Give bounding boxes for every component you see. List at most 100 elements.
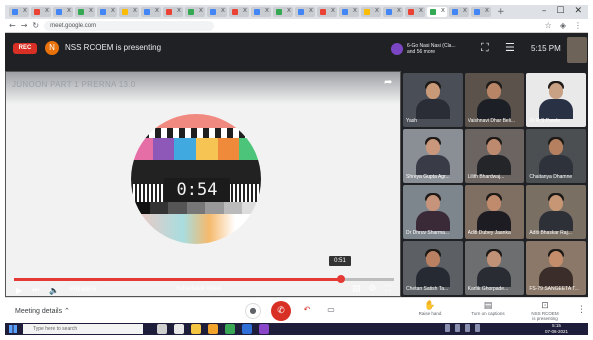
network-icon[interactable] <box>445 324 450 332</box>
menu-icon[interactable]: ⋮ <box>574 21 582 30</box>
browser-tab[interactable] <box>427 6 447 17</box>
minimize-button[interactable]: – <box>542 6 547 16</box>
fullscreen-icon[interactable]: ⛶ <box>385 284 391 294</box>
participant-tile[interactable]: Vaishnavi Dhar Beli... <box>464 73 525 127</box>
present-now-button[interactable]: ⊡ NSS RCOEM is presenting <box>517 301 573 321</box>
participant-body <box>539 267 574 287</box>
back-icon[interactable]: ← <box>9 21 16 30</box>
video-scrubber-handle[interactable] <box>336 275 345 283</box>
captions-button[interactable]: ▤ Turn on captions <box>460 301 516 316</box>
browser-tab[interactable] <box>361 6 381 17</box>
address-bar[interactable]: meet.google.com <box>44 20 215 31</box>
next-icon[interactable]: ⏭ <box>32 285 39 295</box>
browser-tab[interactable] <box>207 6 227 17</box>
browser-tab[interactable] <box>339 6 359 17</box>
browser-tab[interactable] <box>97 6 117 17</box>
browser-tab[interactable] <box>75 6 95 17</box>
participant-face <box>425 195 440 211</box>
browser-tab[interactable] <box>317 6 337 17</box>
participant-tile[interactable]: Dr Dhruv Sharma... <box>403 185 463 239</box>
testcard-color-bar <box>217 138 240 160</box>
browser-tab[interactable] <box>295 6 315 17</box>
self-view-thumbnail[interactable] <box>567 37 587 63</box>
star-icon[interactable]: ☆ <box>545 21 552 30</box>
participant-tile[interactable]: FS-79 SANGEETA T... <box>526 241 586 295</box>
browser-tab[interactable] <box>141 6 161 17</box>
browser-tab[interactable] <box>251 6 271 17</box>
battery-icon[interactable] <box>465 324 470 332</box>
camera-button[interactable]: ▭ <box>323 303 339 319</box>
participant-body <box>477 267 512 287</box>
more-options-icon[interactable]: ⋮ <box>577 305 586 315</box>
taskbar-search-input[interactable]: Type here to search <box>23 324 143 334</box>
forward-icon[interactable]: → <box>21 21 28 30</box>
mic-off-icon[interactable]: ↶ <box>299 303 315 319</box>
participant-tile[interactable]: Dr R S Pande <box>526 73 586 127</box>
video-progress-fill <box>14 278 341 281</box>
taskbar-app-icon[interactable] <box>225 324 235 334</box>
layout-icon[interactable]: ⛶ <box>481 41 489 55</box>
close-window-button[interactable]: ✕ <box>574 6 582 16</box>
participant-tile[interactable]: Yash <box>403 73 463 127</box>
share-icon[interactable]: ➦ <box>384 77 392 88</box>
taskbar-app-icon[interactable] <box>191 324 201 334</box>
volume-tray-icon[interactable] <box>455 324 460 332</box>
extensions-icon[interactable]: ◈ <box>560 21 566 30</box>
presentation-stage[interactable]: JUNOON PART 1 PRERNA 13.0 ➦ 0:54 0:51 ▶ … <box>5 71 401 297</box>
maximize-button[interactable]: ☐ <box>556 6 564 16</box>
browser-tab[interactable] <box>53 6 73 17</box>
participant-body <box>477 155 512 175</box>
browser-tab[interactable] <box>273 6 293 17</box>
participant-tile[interactable]: Aditi Dubey Jaanka <box>464 185 525 239</box>
browser-tab[interactable] <box>383 6 403 17</box>
taskbar-app-icon[interactable] <box>174 324 184 334</box>
language-icon[interactable] <box>475 324 480 332</box>
end-call-button[interactable]: ✆ <box>271 301 291 321</box>
meeting-details-button[interactable]: Meeting details ⌃ <box>15 307 70 315</box>
countdown-timer: 0:54 <box>164 178 230 202</box>
reload-icon[interactable]: ↻ <box>32 21 39 30</box>
testcard-color-bar <box>152 138 175 160</box>
microphone-icon[interactable]: ● <box>245 303 261 319</box>
participant-body <box>477 211 512 231</box>
browser-tab[interactable] <box>31 6 51 17</box>
browser-tab[interactable] <box>163 6 183 17</box>
participant-tile[interactable]: Chaitanya Dhamne <box>526 129 586 183</box>
participant-tile[interactable]: Kartik Ghorpade... <box>464 241 525 295</box>
volume-icon[interactable]: 🔈 <box>49 286 59 295</box>
participant-body <box>539 99 574 119</box>
taskbar-app-icon[interactable] <box>157 324 167 334</box>
taskbar-app-icon[interactable] <box>259 324 269 334</box>
participants-line-2: and 56 more <box>407 49 436 55</box>
chat-icon[interactable]: ☰ <box>505 41 515 54</box>
participant-tile[interactable]: Shreya Gupta Agr... <box>403 129 463 183</box>
browser-tab[interactable] <box>229 6 249 17</box>
browser-tab[interactable] <box>405 6 425 17</box>
new-tab-button[interactable]: + <box>497 7 505 17</box>
participant-tile[interactable]: Lilith Bhardwaj... <box>464 129 525 183</box>
browser-tab[interactable] <box>471 6 491 17</box>
browser-tab[interactable] <box>185 6 205 17</box>
browser-tab[interactable] <box>449 6 469 17</box>
participant-name: Chetan Satish Ta... <box>406 286 449 292</box>
testcard-bottom-band <box>131 214 261 244</box>
participant-tile[interactable]: Aditi Bhaskar Raj... <box>526 185 586 239</box>
settings-icon[interactable]: ⚙ <box>369 284 377 294</box>
raise-hand-button[interactable]: ✋ Raise hand <box>402 301 458 316</box>
participant-body <box>477 99 512 119</box>
taskbar-app-icon[interactable] <box>242 324 252 334</box>
participant-tile[interactable]: Chetan Satish Ta... <box>403 241 463 295</box>
windows-start-icon[interactable] <box>9 325 17 333</box>
participants-chip[interactable]: 6-Go Nasi Nasi (Cla... and 56 more <box>391 41 461 57</box>
participant-face <box>487 195 502 211</box>
participant-body <box>415 211 450 231</box>
taskbar-clock[interactable]: 5:15 07-06-2021 <box>545 323 568 335</box>
play-icon[interactable]: ▶ <box>16 286 22 295</box>
browser-tab[interactable] <box>119 6 139 17</box>
testcard-top-band <box>131 114 261 128</box>
presenting-label: NSS RCOEM is presenting <box>65 43 162 52</box>
subtitles-icon[interactable]: ▤ <box>352 284 361 294</box>
browser-tab[interactable] <box>9 6 29 17</box>
taskbar-app-icon[interactable] <box>208 324 218 334</box>
participant-grid: Yash Vaishnavi Dhar Beli... Dr R S Pande Sh… <box>401 71 588 297</box>
